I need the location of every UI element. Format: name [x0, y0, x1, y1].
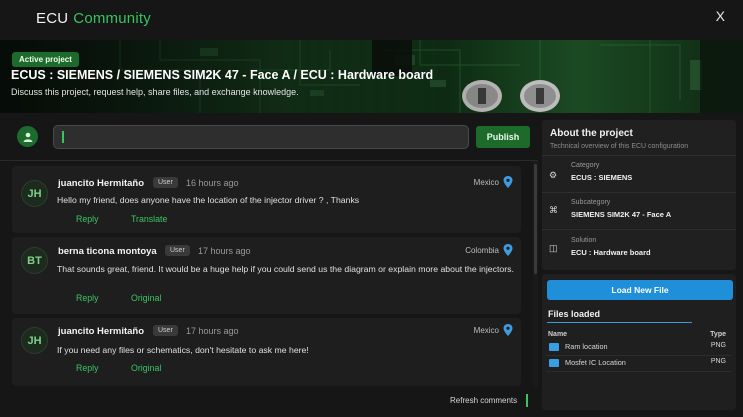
feed-scrollbar-thumb[interactable] — [534, 164, 537, 274]
comment-country: Colombia — [465, 246, 499, 255]
file-row[interactable]: Mosfet IC Location PNG — [546, 357, 732, 372]
folder-icon — [549, 359, 559, 367]
comment-author[interactable]: berna ticona montoya — [58, 246, 157, 257]
original-button[interactable]: Original — [131, 293, 161, 303]
comment-card: JH juancito Hermitaño User 16 hours ago … — [12, 166, 521, 233]
project-subtitle: Discuss this project, request help, shar… — [11, 87, 299, 97]
role-badge: User — [153, 177, 178, 188]
publish-button[interactable]: Publish — [476, 126, 530, 148]
comment-text: Hello my friend, does anyone have the lo… — [57, 195, 360, 205]
role-badge: User — [153, 325, 178, 336]
comment-country: Mexico — [473, 326, 499, 335]
files-panel: Load New File Files loaded Name Type Ram… — [542, 274, 736, 410]
file-name: Mosfet IC Location — [565, 358, 626, 367]
command-icon: ⌘ — [549, 205, 558, 215]
comment-card: BT berna ticona montoya User 17 hours ag… — [12, 237, 521, 314]
comment-card: JH juancito Hermitaño User 17 hours ago … — [12, 318, 521, 386]
reply-button[interactable]: Reply — [76, 293, 99, 303]
original-button[interactable]: Original — [131, 363, 161, 373]
subcategory-label: Subcategory — [571, 199, 611, 206]
comment-avatar: JH — [21, 180, 48, 207]
file-row[interactable]: Ram location PNG — [546, 341, 732, 356]
solution-label: Solution — [571, 237, 597, 244]
about-title: About the project — [550, 128, 633, 139]
comment-country: Mexico — [473, 178, 499, 187]
translate-button[interactable]: Translate — [131, 214, 167, 224]
category-label: Category — [571, 162, 600, 169]
comment-time: 16 hours ago — [186, 178, 239, 188]
comment-time: 17 hours ago — [198, 246, 251, 256]
file-type: PNG — [710, 358, 726, 365]
project-title: ECUS : SIEMENS / SIEMENS SIM2K 47 - Face… — [11, 68, 434, 82]
file-type: PNG — [710, 342, 726, 349]
comment-text: That sounds great, friend. It would be a… — [57, 264, 514, 274]
comment-input[interactable] — [53, 125, 469, 149]
name-column-header: Name — [548, 331, 568, 338]
refresh-comments-link[interactable]: Refresh comments — [450, 396, 517, 405]
feed-divider — [0, 160, 538, 161]
text-caret — [62, 131, 64, 143]
role-badge: User — [165, 245, 190, 256]
load-new-file-button[interactable]: Load New File — [547, 280, 733, 300]
user-avatar-icon — [17, 126, 38, 147]
comment-author[interactable]: juancito Hermitaño — [58, 178, 144, 189]
category-value: ECUS : SIEMENS — [571, 173, 633, 182]
file-name: Ram location — [565, 342, 608, 351]
reply-button[interactable]: Reply — [76, 214, 99, 224]
brand-logo: ECU Community — [36, 10, 151, 27]
comment-avatar: BT — [21, 247, 48, 274]
about-project-panel: About the project Technical overview of … — [542, 120, 736, 270]
comment-avatar: JH — [21, 327, 48, 354]
comment-author[interactable]: juancito Hermitaño — [58, 326, 144, 337]
board-icon: ◫ — [549, 243, 558, 253]
close-button[interactable]: X — [716, 8, 725, 24]
top-bar: ECU Community X — [0, 0, 743, 40]
comment-text: If you need any files or schematics, don… — [57, 345, 309, 355]
location-pin-icon — [503, 324, 513, 336]
comment-time: 17 hours ago — [186, 326, 239, 336]
folder-icon — [549, 343, 559, 351]
type-column-header: Type — [710, 331, 726, 338]
about-subtitle: Technical overview of this ECU configura… — [550, 143, 689, 150]
solution-value: ECU : Hardware board — [571, 248, 651, 257]
subcategory-value: SIEMENS SIM2K 47 - Face A — [571, 210, 672, 219]
refresh-indicator — [526, 394, 528, 407]
active-project-badge: Active project — [12, 52, 79, 67]
location-pin-icon — [503, 176, 513, 188]
brand-accent: Community — [73, 10, 151, 27]
gear-icon: ⚙ — [549, 170, 558, 180]
location-pin-icon — [503, 244, 513, 256]
brand-main: ECU — [36, 10, 69, 27]
files-title: Files loaded — [548, 309, 601, 319]
reply-button[interactable]: Reply — [76, 363, 99, 373]
